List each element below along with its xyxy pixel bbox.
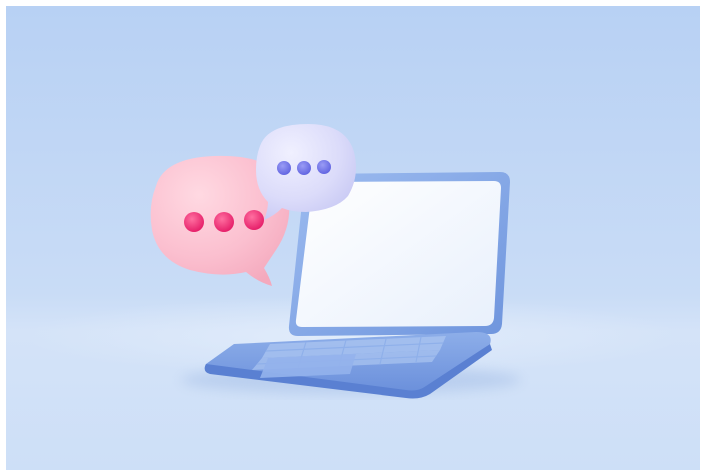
- image-frame: [0, 0, 706, 476]
- typing-dots-icon: [277, 160, 331, 175]
- illustration: [6, 6, 700, 470]
- typing-dots-icon: [184, 210, 264, 232]
